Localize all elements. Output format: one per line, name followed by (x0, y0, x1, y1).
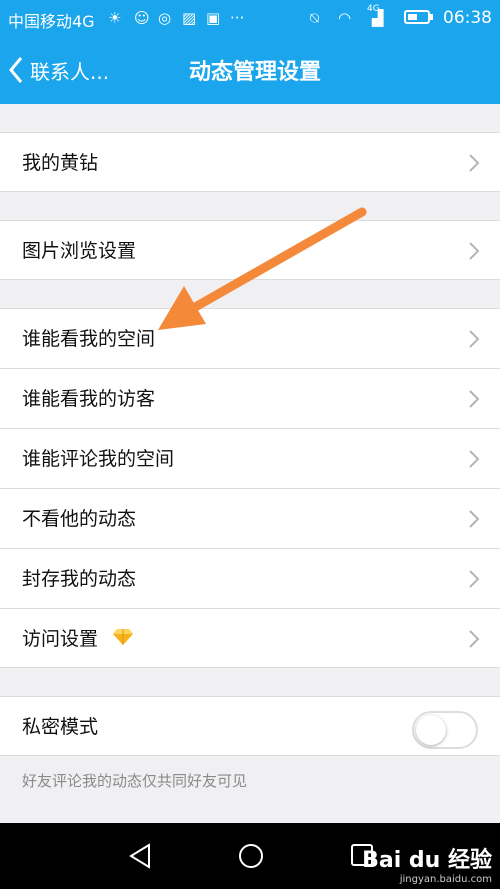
page-title: 动态管理设置 (188, 60, 321, 85)
status-bar: 中国移动4G ☀ ☺ ◎ ▨ ▣ ··· ⍉ ◠ 4G ▟ 06:38 (0, 0, 500, 36)
signal-app-icon: ◎ (158, 9, 172, 27)
settings-item-who-can-comment[interactable]: 谁能评论我的空间 (0, 428, 500, 488)
settings-item-archive-my-feed[interactable]: 封存我的动态 (0, 548, 500, 608)
settings-item-label: 我的黄钻 (22, 152, 99, 174)
settings-item-who-can-view-visitors[interactable]: 谁能看我的访客 (0, 368, 500, 428)
wifi-icon: ◠ (338, 9, 352, 27)
clock: 06:38 (443, 8, 492, 28)
settings-item-label: 谁能看我的访客 (22, 388, 156, 410)
toggle-knob (416, 715, 446, 745)
cellular-signal-icon: ▟ (372, 9, 384, 27)
chevron-right-icon (468, 629, 480, 653)
settings-item-label: 不看他的动态 (22, 508, 137, 530)
image-icon: ▨ (182, 9, 197, 27)
chevron-right-icon (468, 569, 480, 593)
title-bar: 联系人... 动态管理设置 (0, 36, 500, 104)
settings-item-label: 谁能看我的空间 (22, 328, 156, 350)
home-circle-icon[interactable] (238, 843, 264, 873)
mute-icon: ⍉ (310, 9, 320, 27)
more-dots-icon: ··· (230, 9, 245, 27)
sun-icon: ☀ (108, 9, 122, 27)
watermark-brand: Bai du 经验 (362, 848, 492, 873)
private-mode-toggle[interactable] (412, 711, 478, 749)
chevron-right-icon (468, 153, 480, 177)
settings-item-label: 图片浏览设置 (22, 240, 137, 262)
battery-icon (404, 9, 434, 30)
settings-item-yellow-diamond[interactable]: 我的黄钻 (0, 132, 500, 192)
chevron-right-icon (468, 389, 480, 413)
chevron-right-icon (468, 241, 480, 265)
settings-item-hide-their-feed[interactable]: 不看他的动态 (0, 488, 500, 548)
settings-item-label: 访问设置 (22, 628, 99, 650)
system-nav-bar: Bai du 经验 jingyan.baidu.com (0, 823, 500, 889)
watermark-url: jingyan.baidu.com (399, 874, 492, 885)
settings-list: 我的黄钻 图片浏览设置 谁能看我的空间 谁能看我的访客 谁能评论我的空间 不看他… (0, 104, 500, 805)
settings-item-image-browse[interactable]: 图片浏览设置 (0, 220, 500, 280)
app-icon: ▣ (206, 9, 221, 27)
watermark: Bai du 经验 jingyan.baidu.com (362, 842, 492, 885)
yellow-diamond-icon (112, 610, 134, 670)
private-mode-note: 好友评论我的动态仅共同好友可见 (22, 772, 248, 790)
face-icon: ☺ (134, 9, 150, 27)
chevron-right-icon (468, 509, 480, 533)
back-triangle-icon[interactable] (128, 843, 152, 873)
settings-item-who-can-view-space[interactable]: 谁能看我的空间 (0, 308, 500, 368)
settings-item-access-settings[interactable]: 访问设置 (0, 608, 500, 668)
chevron-right-icon (468, 449, 480, 473)
carrier-label: 中国移动4G (8, 12, 95, 31)
chevron-right-icon (468, 329, 480, 353)
settings-item-label: 私密模式 (22, 716, 99, 738)
settings-item-label: 封存我的动态 (22, 568, 137, 590)
settings-item-label: 谁能评论我的空间 (22, 448, 175, 470)
settings-item-private-mode: 私密模式 (0, 696, 500, 756)
